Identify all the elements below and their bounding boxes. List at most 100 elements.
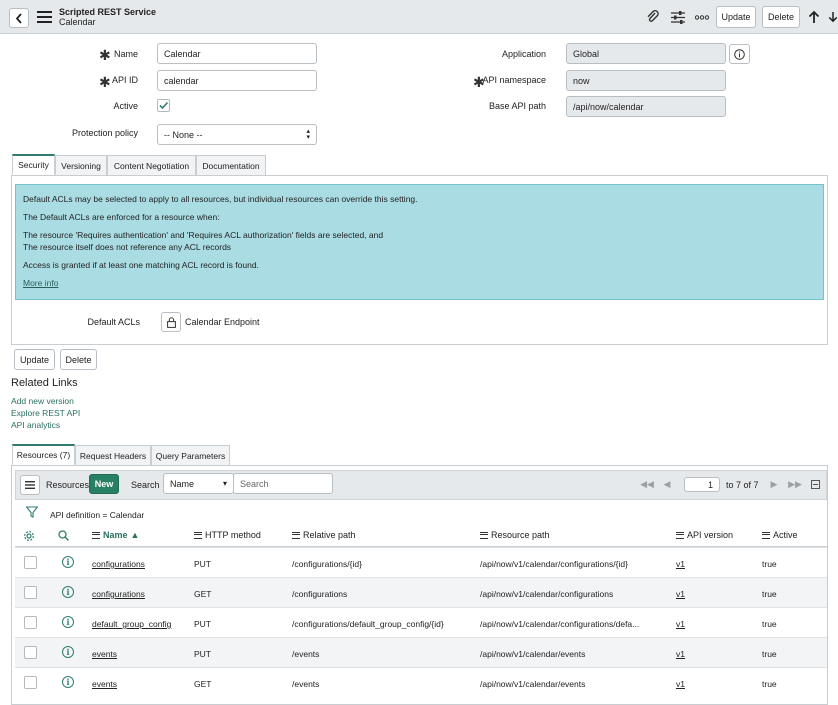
arrow-up-icon[interactable] xyxy=(806,9,822,25)
delete-button[interactable]: Delete xyxy=(60,349,97,370)
row-info-icon[interactable]: i xyxy=(62,586,74,598)
column-header-resource-path[interactable]: Resource path xyxy=(480,530,550,540)
relative-path: /events xyxy=(292,649,320,659)
column-menu-icon[interactable] xyxy=(194,531,202,539)
row-checkbox[interactable] xyxy=(24,556,37,569)
column-header-http-method[interactable]: HTTP method xyxy=(194,530,261,540)
new-button[interactable]: New xyxy=(89,474,119,494)
filter-condition[interactable]: API definition = Calendar xyxy=(50,510,144,520)
api-version-link[interactable]: v1 xyxy=(676,589,685,599)
tab-security[interactable]: Security xyxy=(12,154,55,175)
row-checkbox[interactable] xyxy=(24,616,37,629)
api-version-link[interactable]: v1 xyxy=(676,619,685,629)
relative-path: /configurations/default_group_config/{id… xyxy=(292,619,444,629)
column-menu-icon[interactable] xyxy=(480,531,488,539)
settings-sliders-icon[interactable] xyxy=(670,9,686,25)
column-label: API version xyxy=(687,530,734,540)
header-update-button[interactable]: Update xyxy=(716,6,756,28)
update-button[interactable]: Update xyxy=(14,349,55,370)
row-info-icon[interactable]: i xyxy=(62,556,74,568)
row-checkbox[interactable] xyxy=(24,676,37,689)
row-info-icon[interactable]: i xyxy=(62,616,74,628)
resource-name-link[interactable]: configurations xyxy=(92,559,145,569)
resource-name-link[interactable]: configurations xyxy=(92,589,145,599)
acl-lock-button[interactable] xyxy=(161,312,181,332)
column-header-name[interactable]: Name ▲ xyxy=(92,530,139,540)
previous-page-icon[interactable]: ◀ xyxy=(662,478,672,490)
column-header-api-version[interactable]: API version xyxy=(676,530,733,540)
tab-request-headers[interactable]: Request Headers xyxy=(75,445,151,466)
last-page-icon[interactable]: ▶▶ xyxy=(786,478,804,490)
column-header-relative-path[interactable]: Relative path xyxy=(292,530,356,540)
column-menu-icon[interactable] xyxy=(92,531,100,539)
tab-versioning[interactable]: Versioning xyxy=(55,155,107,176)
application-info-button[interactable] xyxy=(729,44,750,64)
next-page-icon[interactable]: ▶ xyxy=(769,478,779,490)
column-header-active[interactable]: Active xyxy=(762,530,798,540)
resource-name-link[interactable]: events xyxy=(92,649,117,659)
column-label: Name xyxy=(103,530,128,540)
http-method: PUT xyxy=(194,559,211,569)
info-line: The Default ACLs are enforced for a reso… xyxy=(23,212,220,222)
page-number-input[interactable]: 1 xyxy=(684,477,720,492)
column-menu-icon[interactable] xyxy=(762,531,770,539)
tab-resources[interactable]: Resources (7) xyxy=(12,444,75,465)
column-search-icon[interactable] xyxy=(57,529,70,542)
more-info-link[interactable]: More info xyxy=(23,278,58,288)
resource-name-link[interactable]: default_group_config xyxy=(92,619,171,629)
api-namespace-label: API namespace xyxy=(482,75,546,85)
back-button[interactable] xyxy=(9,8,29,28)
active-checkbox[interactable] xyxy=(157,99,170,112)
filter-icon[interactable] xyxy=(25,505,38,518)
resource-path: /api/now/v1/calendar/configurations/defa… xyxy=(480,619,640,629)
page-total-label: to 7 of 7 xyxy=(726,480,759,490)
hamburger-menu-icon[interactable] xyxy=(37,10,52,23)
form-header: Scripted REST Service Calendar Update De… xyxy=(0,0,838,34)
row-info-icon[interactable]: i xyxy=(62,646,74,658)
collapse-icon[interactable] xyxy=(810,479,820,489)
info-message-box: Default ACLs may be selected to apply to… xyxy=(15,184,824,300)
column-label: HTTP method xyxy=(205,530,261,540)
api-version-link[interactable]: v1 xyxy=(676,679,685,689)
tab-documentation[interactable]: Documentation xyxy=(196,155,266,176)
resource-name-link[interactable]: events xyxy=(92,679,117,689)
add-new-version-link[interactable]: Add new version xyxy=(11,396,74,406)
search-input[interactable]: Search xyxy=(233,473,333,494)
more-options-icon[interactable] xyxy=(694,10,710,24)
api-id-input[interactable]: calendar xyxy=(157,70,317,91)
column-menu-icon[interactable] xyxy=(292,531,300,539)
application-label: Application xyxy=(501,49,546,59)
http-method: PUT xyxy=(194,619,211,629)
lock-icon xyxy=(166,316,176,328)
row-checkbox[interactable] xyxy=(24,646,37,659)
info-line: Access is granted if at least one matchi… xyxy=(23,260,259,270)
paperclip-icon[interactable] xyxy=(645,9,661,25)
api-analytics-link[interactable]: API analytics xyxy=(11,420,60,430)
active-value: true xyxy=(762,619,777,629)
list-settings-icon[interactable] xyxy=(22,529,35,542)
api-version-link[interactable]: v1 xyxy=(676,559,685,569)
tab-query-parameters[interactable]: Query Parameters xyxy=(151,445,230,466)
active-value: true xyxy=(762,649,777,659)
explore-rest-api-link[interactable]: Explore REST API xyxy=(11,408,80,418)
active-value: true xyxy=(762,559,777,569)
form-title: Scripted REST Service xyxy=(59,7,157,17)
column-menu-icon[interactable] xyxy=(676,531,684,539)
arrow-down-icon[interactable] xyxy=(828,9,838,25)
http-method: PUT xyxy=(194,649,211,659)
table-row: i events PUT /events /api/now/v1/calenda… xyxy=(15,637,827,667)
row-info-icon[interactable]: i xyxy=(62,676,74,688)
api-version-link[interactable]: v1 xyxy=(676,649,685,659)
list-menu-button[interactable] xyxy=(20,475,40,495)
header-delete-button[interactable]: Delete xyxy=(762,6,800,28)
api-namespace-input: now xyxy=(566,70,726,91)
tab-content-negotiation[interactable]: Content Negotiation xyxy=(107,155,196,176)
row-checkbox[interactable] xyxy=(24,586,37,599)
default-acls-label: Default ACLs xyxy=(87,317,140,327)
name-input[interactable]: Calendar xyxy=(157,43,317,64)
protection-policy-select[interactable]: -- None -- ▴ ▾ xyxy=(157,124,317,145)
search-field-select[interactable]: Name ▾ xyxy=(163,473,234,494)
first-page-icon[interactable]: ◀◀ xyxy=(638,478,656,490)
base-api-path-label: Base API path xyxy=(488,101,546,111)
sort-ascending-icon: ▲ xyxy=(130,530,140,540)
